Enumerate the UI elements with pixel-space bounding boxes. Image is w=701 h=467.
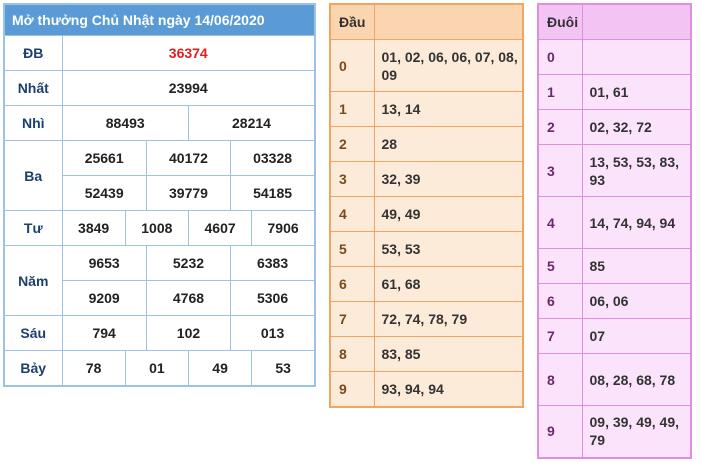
prize-label-tu: Tư [3, 210, 63, 246]
dau-values: 32, 39 [373, 161, 524, 197]
prize-nhi-value: 28214 [187, 105, 316, 141]
prize-nam-value: 9209 [61, 280, 147, 316]
duoi-header-blank [581, 3, 692, 40]
prize-sau-value: 794 [61, 315, 147, 351]
prize-nhi-value: 88493 [61, 105, 189, 141]
prize-label-nam: Năm [3, 245, 63, 316]
dau-header: Đầu [329, 3, 375, 40]
duoi-values: 85 [581, 248, 692, 284]
prize-ba-value: 52439 [61, 175, 147, 211]
dau-values: 72, 74, 78, 79 [373, 301, 524, 337]
dau-header-blank [373, 3, 524, 40]
prize-nam-value: 9653 [61, 245, 147, 281]
duoi-values: 07 [581, 318, 692, 354]
prize-ba-value: 39779 [145, 175, 232, 211]
prize-bay-value: 78 [61, 350, 126, 387]
dau-key: 6 [329, 266, 375, 302]
duoi-key: 4 [537, 196, 583, 249]
duoi-values: 13, 53, 53, 83, 93 [581, 144, 692, 197]
results-table: Mở thưởng Chủ Nhật ngày 14/06/2020 ĐB 36… [3, 3, 316, 387]
duoi-values: 01, 61 [581, 74, 692, 110]
prize-bay-value: 53 [251, 350, 316, 387]
duoi-key: 7 [537, 318, 583, 354]
duoi-key: 0 [537, 39, 583, 75]
prize-label-ba: Ba [3, 140, 63, 211]
prize-tu-value: 4607 [187, 210, 253, 246]
prize-ba-value: 40172 [145, 140, 232, 176]
dau-key: 1 [329, 91, 375, 127]
prize-bay-value: 49 [187, 350, 253, 387]
prize-label-nhi: Nhì [3, 105, 63, 141]
duoi-values: 06, 06 [581, 283, 692, 319]
dau-key: 9 [329, 371, 375, 407]
duoi-key: 3 [537, 144, 583, 197]
duoi-table: Đuôi 0 1 01, 61 2 02, 32, 72 3 13, 53, 53, … [537, 3, 692, 459]
prize-tu-value: 1008 [124, 210, 189, 246]
duoi-key: 5 [537, 248, 583, 284]
dau-values: 49, 49 [373, 196, 524, 232]
dau-values: 83, 85 [373, 336, 524, 372]
duoi-key: 1 [537, 74, 583, 110]
duoi-key: 8 [537, 353, 583, 406]
duoi-values: 08, 28, 68, 78 [581, 353, 692, 406]
prize-sau-value: 013 [230, 315, 316, 351]
prize-sau-value: 102 [145, 315, 232, 351]
duoi-key: 2 [537, 109, 583, 145]
prize-nam-value: 5232 [145, 245, 232, 281]
prize-label-sau: Sáu [3, 315, 63, 351]
prize-nam-value: 6383 [230, 245, 316, 281]
dau-values: 93, 94, 94 [373, 371, 524, 407]
dau-key: 4 [329, 196, 375, 232]
duoi-key: 6 [537, 283, 583, 319]
dau-values: 53, 53 [373, 231, 524, 267]
duoi-header: Đuôi [537, 3, 583, 40]
dau-values: 61, 68 [373, 266, 524, 302]
prize-ba-value: 25661 [61, 140, 147, 176]
prize-nam-value: 4768 [145, 280, 232, 316]
prize-ba-value: 54185 [230, 175, 316, 211]
dau-key: 2 [329, 126, 375, 162]
duoi-key: 9 [537, 405, 583, 458]
duoi-values: 14, 74, 94, 94 [581, 196, 692, 249]
prize-bay-value: 01 [124, 350, 189, 387]
dau-key: 8 [329, 336, 375, 372]
duoi-values: 09, 39, 49, 49, 79 [581, 405, 692, 458]
prize-tu-value: 7906 [251, 210, 316, 246]
dau-key: 3 [329, 161, 375, 197]
dau-values: 28 [373, 126, 524, 162]
duoi-values [581, 39, 692, 75]
prize-ba-value: 03328 [230, 140, 316, 176]
dau-values: 01, 02, 06, 06, 07, 08, 09 [373, 39, 524, 92]
prize-tu-value: 3849 [61, 210, 126, 246]
results-title: Mở thưởng Chủ Nhật ngày 14/06/2020 [3, 3, 316, 36]
prize-label-bay: Bảy [3, 350, 63, 387]
dau-key: 5 [329, 231, 375, 267]
dau-values: 13, 14 [373, 91, 524, 127]
prize-nam-value: 5306 [230, 280, 316, 316]
prize-nhat-value: 23994 [61, 70, 316, 106]
dau-table: Đầu 0 01, 02, 06, 06, 07, 08, 09 1 13, 14 … [329, 3, 524, 408]
prize-db-value: 36374 [61, 35, 316, 71]
prize-label-db: ĐB [3, 35, 63, 71]
dau-key: 0 [329, 39, 375, 92]
dau-key: 7 [329, 301, 375, 337]
duoi-values: 02, 32, 72 [581, 109, 692, 145]
prize-label-nhat: Nhất [3, 70, 63, 106]
